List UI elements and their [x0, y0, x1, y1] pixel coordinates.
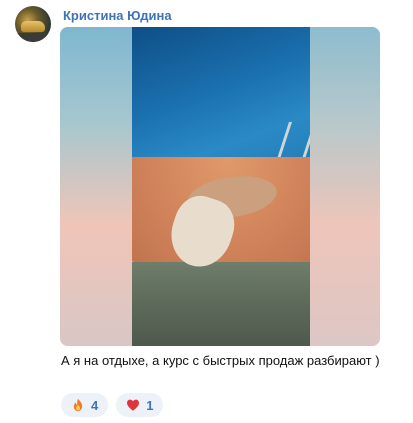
reactions-bar: 4 1: [61, 393, 164, 417]
photo-blur-right: [310, 27, 380, 346]
avatar[interactable]: [15, 6, 51, 42]
reaction-heart-count: 1: [146, 397, 154, 413]
reaction-fire-button[interactable]: 4: [61, 393, 109, 417]
grass: [132, 262, 310, 346]
fire-icon: [73, 398, 83, 412]
avatar-car: [21, 21, 45, 32]
message-post: Кристина Юдина А я на отдыхе, а курс с б…: [0, 0, 413, 423]
reaction-heart-button[interactable]: 1: [116, 393, 164, 417]
avatar-road: [15, 33, 51, 42]
heart-icon: [127, 399, 140, 411]
post-photo[interactable]: [60, 27, 380, 346]
reaction-fire-count: 4: [91, 397, 99, 413]
photo-blur-left: [60, 27, 132, 346]
author-name[interactable]: Кристина Юдина: [63, 8, 172, 23]
post-caption: А я на отдыхе, а курс с быстрых продаж р…: [61, 353, 380, 368]
photo-image: [132, 27, 310, 346]
